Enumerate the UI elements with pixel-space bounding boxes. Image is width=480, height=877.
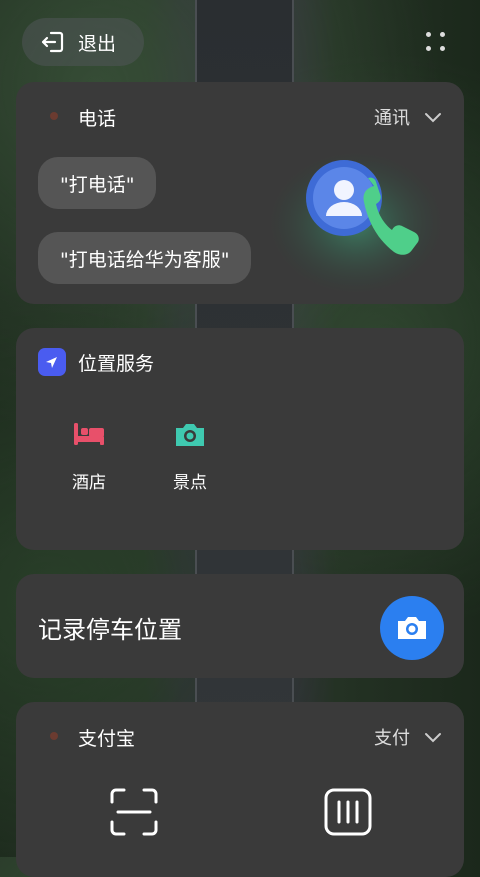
record-parking-button[interactable] bbox=[380, 596, 444, 660]
exit-label: 退出 bbox=[78, 32, 117, 55]
phone-category-dropdown[interactable]: 通讯 bbox=[374, 104, 442, 130]
alipay-card[interactable]: 支付宝 支付 bbox=[16, 702, 464, 877]
parking-card[interactable]: 记录停车位置 bbox=[16, 574, 464, 678]
alipay-app-icon bbox=[50, 732, 58, 740]
location-card-title: 位置服务 bbox=[78, 353, 155, 375]
shortcut-scenic[interactable]: 景点 bbox=[155, 420, 225, 493]
location-card[interactable]: 位置服务 酒店 景点 bbox=[16, 328, 464, 550]
suggestion-call[interactable]: "打电话" bbox=[38, 157, 157, 209]
more-menu-icon[interactable] bbox=[426, 32, 446, 52]
phone-app-icon bbox=[50, 112, 58, 120]
camera-icon bbox=[176, 424, 204, 446]
alipay-category-label: 支付 bbox=[374, 728, 410, 749]
suggestion-call-huawei-label: "打电话给华为客服" bbox=[60, 248, 230, 271]
suggestion-call-label: "打电话" bbox=[60, 173, 135, 196]
camera-icon bbox=[398, 617, 426, 639]
phone-card[interactable]: 电话 通讯 "打电话" "打电话给华为客服" bbox=[16, 82, 464, 304]
shortcut-scenic-label: 景点 bbox=[173, 473, 207, 493]
exit-button[interactable]: 退出 bbox=[22, 18, 144, 66]
phone-category-label: 通讯 bbox=[374, 108, 410, 129]
payment-code-button[interactable] bbox=[322, 786, 374, 838]
top-bar: 退出 bbox=[0, 0, 480, 80]
phone-contact-illustration-icon bbox=[268, 151, 444, 295]
exit-icon bbox=[41, 31, 64, 53]
scan-icon bbox=[110, 788, 158, 836]
alipay-card-title: 支付宝 bbox=[78, 728, 136, 750]
chevron-down-icon bbox=[425, 113, 441, 123]
shortcut-hotel-label: 酒店 bbox=[72, 473, 106, 493]
shortcut-hotel[interactable]: 酒店 bbox=[54, 420, 124, 493]
parking-card-title: 记录停车位置 bbox=[38, 616, 182, 644]
hotel-bed-icon bbox=[74, 423, 104, 445]
scan-button[interactable] bbox=[108, 786, 160, 838]
chevron-down-icon bbox=[425, 733, 441, 743]
suggestion-call-huawei[interactable]: "打电话给华为客服" bbox=[38, 232, 252, 284]
location-app-icon bbox=[38, 348, 66, 376]
phone-card-title: 电话 bbox=[78, 108, 117, 130]
alipay-category-dropdown[interactable]: 支付 bbox=[374, 724, 442, 750]
payment-code-icon bbox=[324, 788, 372, 836]
